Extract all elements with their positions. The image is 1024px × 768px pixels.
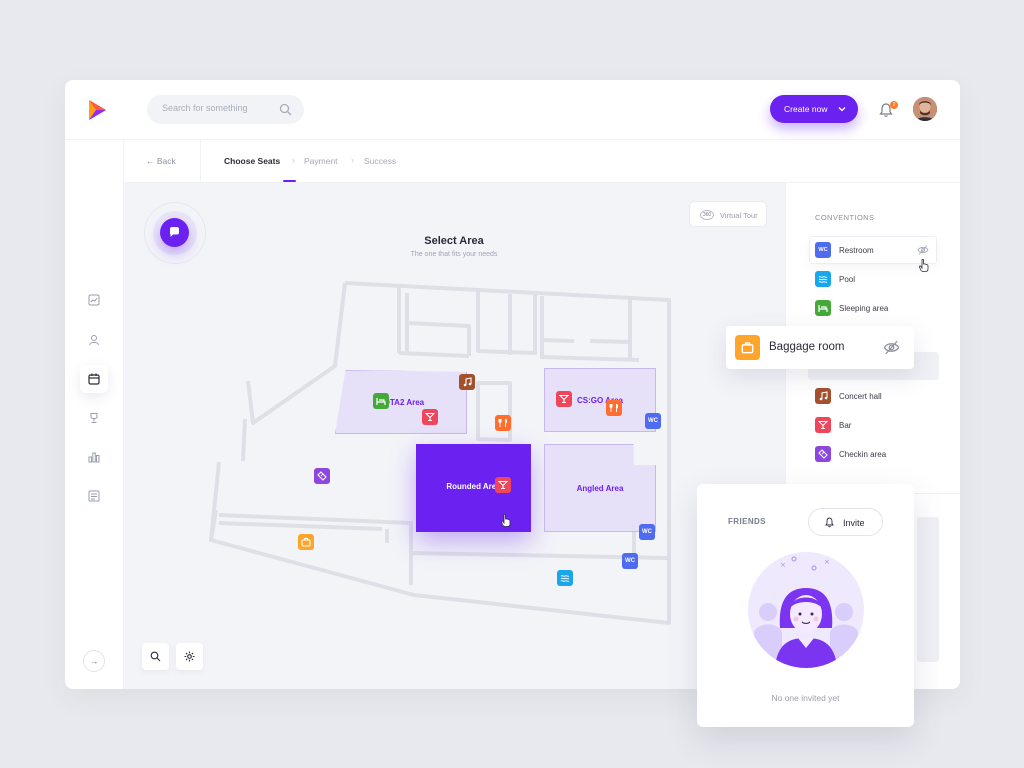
chart-icon: [88, 294, 100, 306]
pin-bar[interactable]: [556, 391, 572, 407]
arrow-right-icon: →: [89, 656, 99, 666]
back-link[interactable]: ← Back: [146, 156, 176, 166]
suitcase-icon: [301, 538, 311, 547]
no-friends-illustration: × ×: [748, 552, 864, 668]
floor-map: 360 Virtual Tour Select Area The one tha…: [124, 183, 785, 689]
pool-icon: [815, 271, 831, 287]
cocktail-icon: [498, 480, 508, 490]
left-sidebar: →: [65, 140, 124, 689]
search-icon[interactable]: [279, 103, 292, 116]
pin-restaurant[interactable]: [495, 415, 511, 431]
gear-icon: [184, 651, 195, 662]
pin-restaurant[interactable]: [606, 400, 622, 416]
eye-off-icon[interactable]: [883, 339, 900, 356]
breadcrumb: ← Back Choose Seats › Payment › Success: [124, 140, 960, 183]
bar-chart-icon: [88, 452, 100, 463]
convention-label: Pool: [839, 275, 856, 284]
step-choose-seats[interactable]: Choose Seats: [224, 156, 280, 166]
search-icon: [150, 651, 161, 662]
music-icon: [463, 377, 472, 387]
sidebar-item-analytics[interactable]: [80, 286, 108, 314]
svg-text:×: ×: [780, 561, 786, 569]
convention-label: Restroom: [839, 246, 874, 255]
newspaper-icon: [88, 490, 100, 502]
ticket-icon: [317, 471, 327, 481]
cocktail-icon: [559, 394, 569, 404]
chevron-down-icon: [838, 107, 846, 112]
chevron-right-icon: ›: [351, 155, 354, 165]
search-box[interactable]: Search for something: [147, 95, 304, 124]
panel-placeholder: [917, 517, 939, 662]
convention-label: Concert hall: [839, 392, 882, 401]
step-payment[interactable]: Payment: [304, 156, 338, 166]
create-now-label: Create now: [784, 104, 828, 114]
zone-dota2[interactable]: DOTA2 Area: [335, 370, 467, 434]
empty-state-text: No one invited yet: [771, 693, 840, 703]
convention-label: Sleeping area: [839, 304, 889, 313]
fork-knife-icon: [609, 403, 619, 412]
divider: [200, 140, 201, 183]
zone-rounded-label: Rounded Area: [446, 482, 501, 491]
invite-button[interactable]: Invite: [808, 508, 883, 536]
convention-label: Bar: [839, 421, 852, 430]
pin-pool[interactable]: [557, 570, 573, 586]
active-step-indicator: [283, 180, 296, 182]
expand-sidebar-button[interactable]: →: [83, 650, 105, 672]
map-settings-button[interactable]: [176, 643, 203, 670]
pin-restroom[interactable]: WC: [645, 413, 661, 429]
pin-concert-hall[interactable]: [459, 374, 475, 390]
zone-angled-label: Angled Area: [576, 484, 624, 493]
suitcase-icon: [735, 335, 760, 360]
notification-badge: 2: [890, 101, 898, 109]
invite-label: Invite: [843, 518, 865, 528]
pin-sleeping-area[interactable]: [373, 393, 389, 409]
zone-rounded[interactable]: Rounded Area: [416, 444, 531, 532]
pin-baggage-room[interactable]: [298, 534, 314, 550]
hand-cursor-icon: [501, 514, 511, 527]
top-header: Search for something Create now 2: [65, 80, 960, 140]
music-icon: [815, 388, 831, 404]
sidebar-item-news[interactable]: [80, 482, 108, 510]
eye-off-icon[interactable]: [917, 244, 929, 256]
pool-icon: [560, 575, 570, 582]
baggage-room-card[interactable]: Baggage room: [726, 326, 914, 369]
bed-icon: [376, 398, 386, 405]
avatar-image: [913, 97, 937, 121]
pin-checkin-area[interactable]: [314, 468, 330, 484]
user-avatar[interactable]: [913, 97, 937, 121]
search-input[interactable]: Search for something: [162, 103, 248, 113]
user-icon: [89, 335, 99, 346]
svg-text:×: ×: [824, 558, 830, 566]
hand-cursor-icon: [919, 259, 929, 272]
trophy-icon: [90, 413, 98, 423]
sidebar-item-trophy[interactable]: [80, 404, 108, 432]
floor-plan-walls: [209, 281, 671, 625]
pin-bar[interactable]: [495, 477, 511, 493]
friends-title: FRIENDS: [728, 517, 766, 526]
app-logo[interactable]: [87, 99, 107, 121]
friends-card: FRIENDS Invite × × No one invited yet: [697, 484, 914, 727]
ticket-icon: [815, 446, 831, 462]
fork-knife-icon: [498, 418, 508, 427]
bed-icon: [815, 300, 831, 316]
sidebar-item-profile[interactable]: [80, 326, 108, 354]
sidebar-item-stats[interactable]: [80, 443, 108, 471]
baggage-room-label: Baggage room: [769, 341, 845, 353]
pin-bar[interactable]: [422, 409, 438, 425]
convention-label: Checkin area: [839, 450, 887, 459]
step-success[interactable]: Success: [364, 156, 396, 166]
pin-restroom[interactable]: WC: [622, 553, 638, 569]
sidebar-item-calendar[interactable]: [80, 365, 108, 393]
conventions-title: CONVENTIONS: [815, 213, 875, 222]
bell-icon: [825, 517, 834, 528]
pin-restroom[interactable]: WC: [639, 524, 655, 540]
cocktail-icon: [425, 412, 435, 422]
cocktail-icon: [815, 417, 831, 433]
calendar-icon: [88, 373, 100, 385]
map-search-button[interactable]: [142, 643, 169, 670]
zone-dota2-label: DOTA2 Area: [377, 398, 425, 407]
wc-icon: WC: [815, 242, 831, 258]
create-now-button[interactable]: Create now: [770, 95, 858, 123]
chevron-right-icon: ›: [292, 155, 295, 165]
